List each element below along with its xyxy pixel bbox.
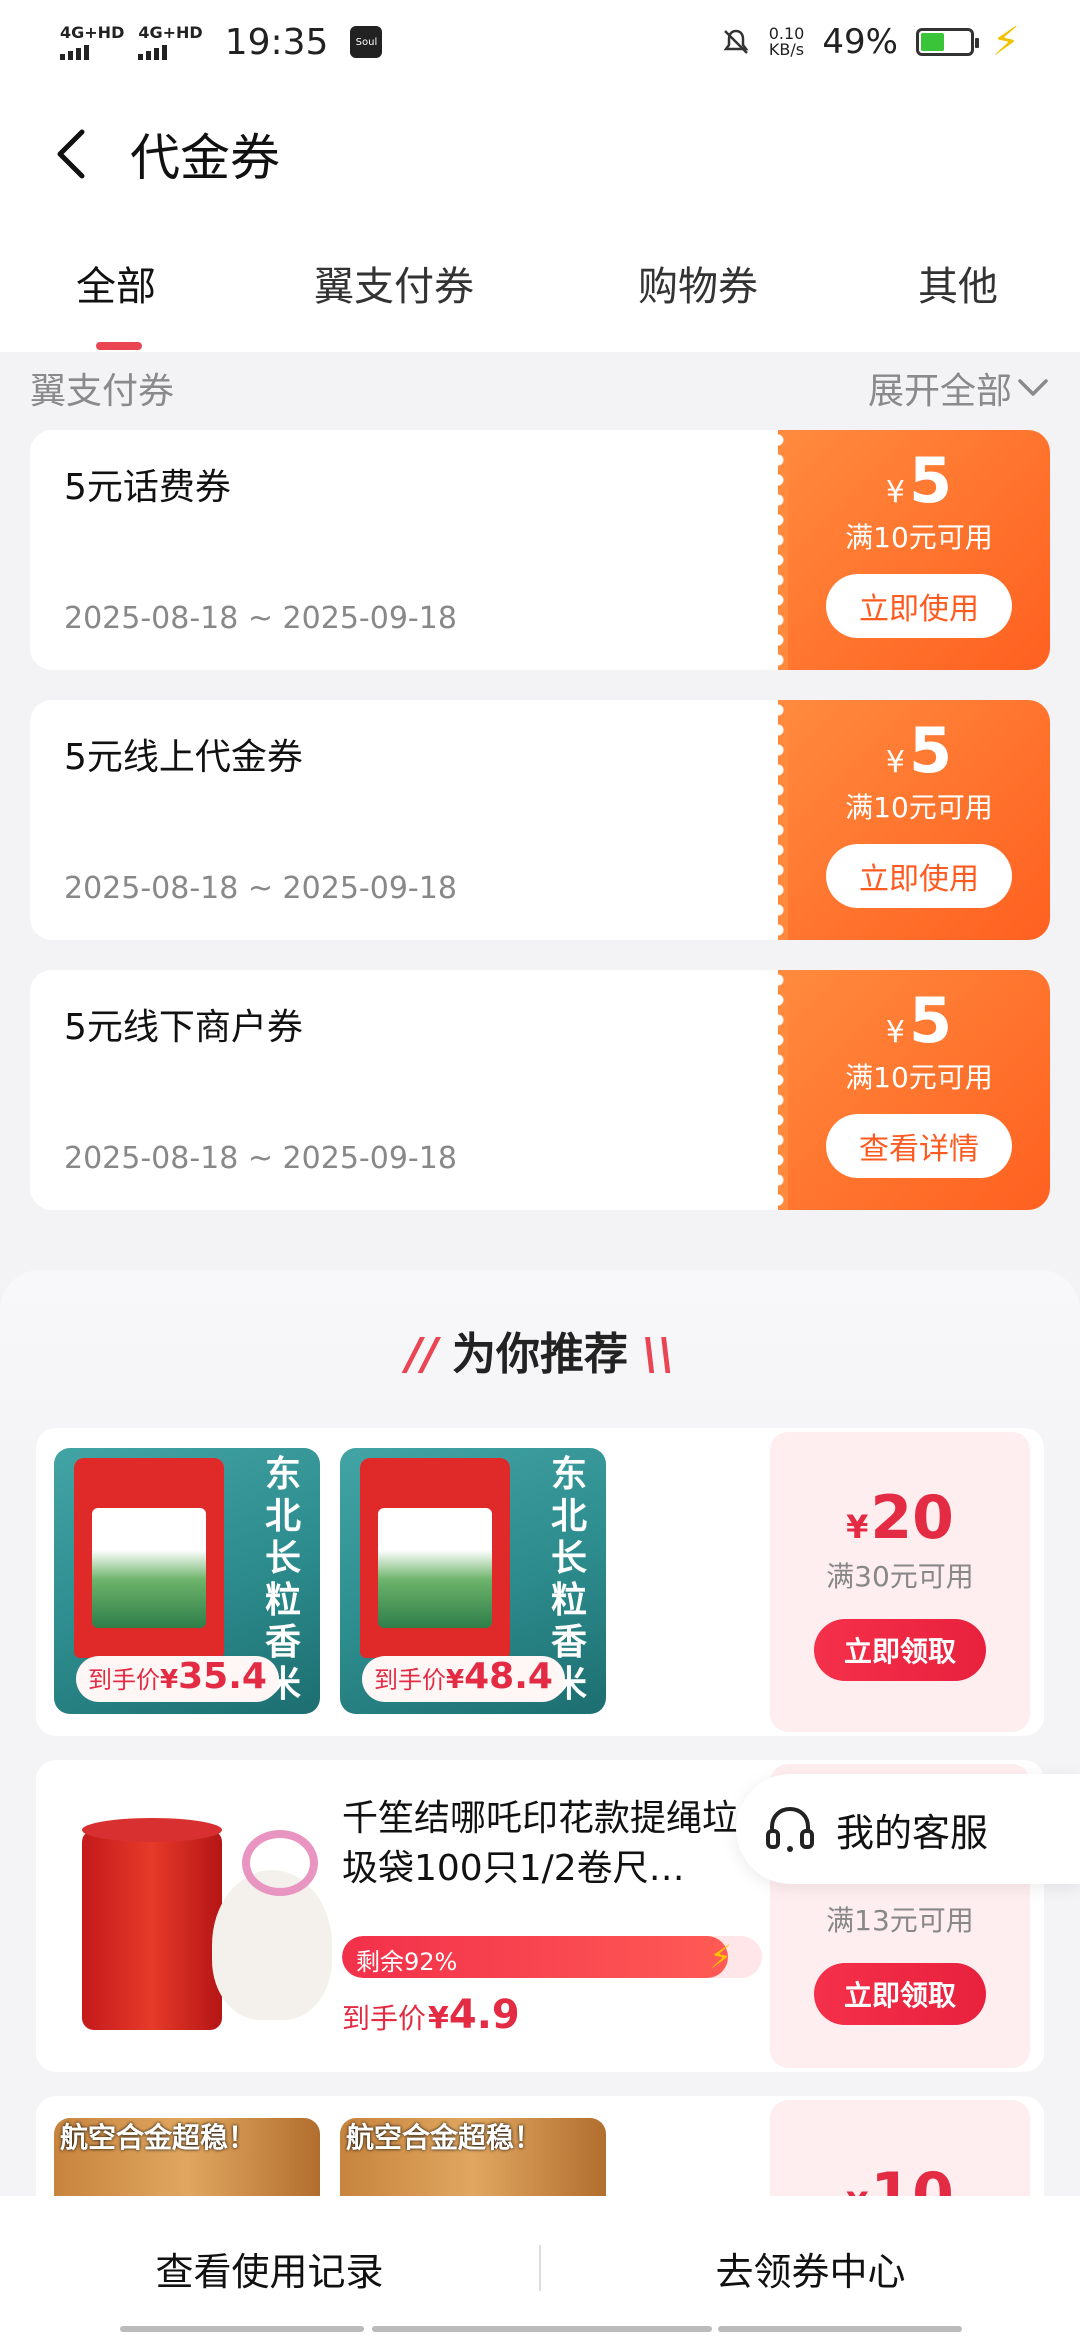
tab-bar: 全部 翼支付券 购物券 其他 [0, 224, 1080, 352]
page-title: 代金券 [130, 129, 280, 187]
coupon-amount: 20 [870, 1483, 954, 1553]
tab-other[interactable]: 其他 [918, 254, 998, 312]
customer-service-label: 我的客服 [836, 1810, 989, 1855]
tab-shopping[interactable]: 购物券 [638, 254, 758, 312]
signal-sim1-icon: 4G+HD [60, 24, 124, 60]
coupon-value-panel: ¥5 满10元可用 查看详情 [778, 970, 1050, 1210]
usage-history-button[interactable]: 查看使用记录 [0, 2241, 539, 2296]
product-name: 千笙结哪吒印花款提绳垃圾袋100只1/2卷尺… [342, 1798, 739, 1889]
charging-icon: ⚡ [991, 19, 1020, 65]
signal-sim2-icon: 4G+HD [138, 24, 203, 60]
network-speed: 0.10 KB/s [768, 24, 805, 59]
rice-bag-graphic [360, 1458, 510, 1658]
recommend-coupon-panel: ¥20 满30元可用 立即领取 [770, 1432, 1030, 1732]
coupon-condition: 满10元可用 [845, 521, 993, 554]
trash-bag-graphic [212, 1830, 332, 2020]
back-button[interactable] [30, 114, 110, 194]
coupon-card: 5元线上代金券 2025-08-18 ~ 2025-09-18 ¥5 满10元可… [30, 700, 1050, 940]
coupon-card: 5元话费券 2025-08-18 ~ 2025-09-18 ¥5 满10元可用 … [30, 430, 1050, 670]
coupon-name: 5元线下商户券 [64, 1007, 303, 1048]
gesture-bar [120, 2326, 364, 2332]
product-image-text: 航空合金超稳！ [346, 2121, 543, 2154]
product-price: 35.4 [178, 1656, 267, 1697]
headset-icon [766, 1806, 814, 1852]
tab-all[interactable]: 全部 [76, 254, 156, 312]
tab-yipay[interactable]: 翼支付券 [314, 254, 474, 312]
price-tag: 到手价 ¥35.4 [76, 1656, 279, 1702]
use-now-button[interactable]: 立即使用 [826, 844, 1012, 908]
price-tag: 到手价 ¥48.4 [362, 1656, 565, 1702]
coupon-condition: 满13元可用 [826, 1904, 974, 1937]
mute-icon [723, 29, 749, 54]
coupon-amount: 5 [908, 444, 953, 517]
lightning-icon: ⚡ [709, 1938, 732, 1976]
clock: 19:35 [224, 21, 329, 63]
expand-all-button[interactable]: 展开全部 [868, 362, 1050, 414]
battery-icon [915, 28, 979, 56]
product-price: 48.4 [464, 1656, 553, 1697]
soul-app-icon: Soul [350, 26, 383, 58]
use-now-button[interactable]: 立即使用 [826, 574, 1012, 638]
active-tab-indicator [96, 342, 142, 350]
coupon-center-button[interactable]: 去领券中心 [541, 2241, 1080, 2296]
recommend-card[interactable]: 东北长粒香米 到手价 ¥35.4 东北长粒香米 到手价 ¥48.4 ¥20 满30元… [36, 1428, 1044, 1736]
coupon-value-panel: ¥5 满10元可用 立即使用 [778, 700, 1050, 940]
product-image[interactable]: 东北长粒香米 到手价 ¥35.4 [54, 1448, 320, 1714]
stock-progress: 剩余92% ⚡ [342, 1936, 762, 1978]
product-price: 4.9 [448, 1992, 520, 2038]
status-bar: 4G+HD 4G+HD 19:35 Soul 0.10 KB/s 49% ⚡ [0, 0, 1080, 84]
battery-percent: 49% [822, 22, 898, 62]
gesture-bar [372, 2326, 712, 2332]
decor-slash-icon: // [405, 1329, 438, 1380]
product-image[interactable] [72, 1800, 342, 2060]
final-price: 到手价 ¥4.9 [342, 1992, 520, 2038]
coupon-validity: 2025-08-18 ~ 2025-09-18 [64, 1141, 457, 1176]
coupon-amount: 5 [908, 714, 953, 787]
section-title: 翼支付券 [30, 371, 175, 412]
coupon-name: 5元话费券 [64, 467, 231, 508]
page-header: 代金券 [0, 84, 1080, 224]
view-details-button[interactable]: 查看详情 [826, 1114, 1012, 1178]
coupon-card: 5元线下商户券 2025-08-18 ~ 2025-09-18 ¥5 满10元可… [30, 970, 1050, 1210]
coupon-amount: 5 [908, 984, 953, 1057]
claim-now-button[interactable]: 立即领取 [814, 1963, 986, 2025]
chevron-left-icon [57, 129, 85, 179]
coupon-validity: 2025-08-18 ~ 2025-09-18 [64, 601, 457, 636]
product-image[interactable]: 东北长粒香米 到手价 ¥48.4 [340, 1448, 606, 1714]
coupon-condition: 满10元可用 [845, 1061, 993, 1094]
product-image-text: 航空合金超稳！ [60, 2121, 257, 2154]
bottom-action-bar: 查看使用记录 去领券中心 [0, 2196, 1080, 2340]
coupon-name: 5元线上代金券 [64, 737, 303, 778]
rice-bag-graphic [74, 1458, 224, 1658]
recommend-title: //为你推荐 \\ [405, 1329, 675, 1380]
remaining-text: 剩余92% [356, 1948, 458, 1976]
decor-slash-icon: \\ [642, 1329, 675, 1380]
section-header: 翼支付券 展开全部 [30, 360, 1050, 416]
coupon-value-panel: ¥5 满10元可用 立即使用 [778, 430, 1050, 670]
coupon-validity: 2025-08-18 ~ 2025-09-18 [64, 871, 457, 906]
customer-service-button[interactable]: 我的客服 [736, 1774, 1080, 1884]
coupon-condition: 满30元可用 [826, 1560, 974, 1593]
trash-bag-roll-graphic [82, 1818, 222, 2030]
chevron-down-icon [1018, 379, 1048, 396]
gesture-bar [718, 2326, 962, 2332]
claim-now-button[interactable]: 立即领取 [814, 1619, 986, 1681]
coupon-condition: 满10元可用 [845, 791, 993, 824]
